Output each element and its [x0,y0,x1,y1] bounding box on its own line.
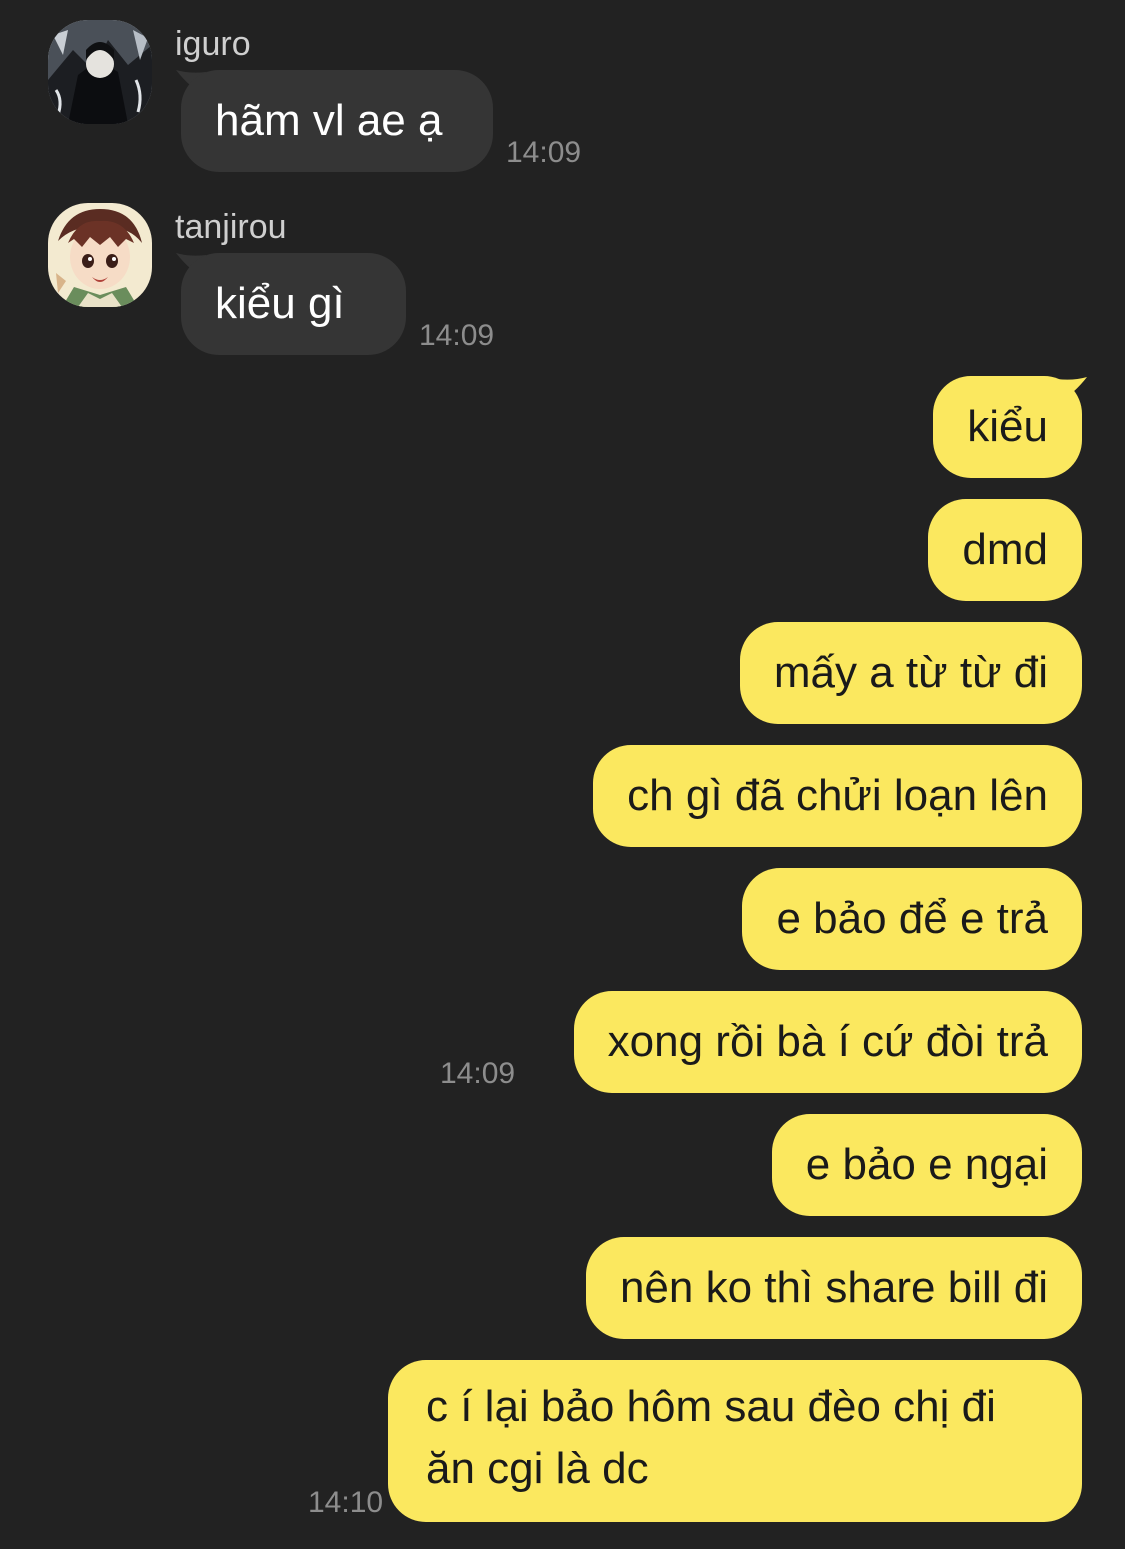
message-timestamp: 14:09 [419,319,495,352]
message-timestamp: 14:10 [308,1486,384,1519]
outgoing-message-bubble[interactable]: c í lại bảo hôm sau đèo chị đi ăn cgi là… [388,1360,1082,1522]
outgoing-message-bubble[interactable]: kiểu [933,376,1082,478]
incoming-message-bubble[interactable]: hãm vl ae ạ [181,70,493,172]
incoming-message-bubble[interactable]: kiểu gì [181,253,406,355]
outgoing-message-bubble[interactable]: e bảo e ngại [771,1114,1082,1216]
message-timestamp: 14:09 [440,1057,516,1090]
outgoing-message-bubble[interactable]: ch gì đã chửi loạn lên [593,745,1082,847]
sender-name: iguro [175,25,251,63]
outgoing-message-bubble[interactable]: xong rồi bà í cứ đòi trả [573,991,1082,1093]
outgoing-message-bubble[interactable]: nên ko thì share bill đi [585,1237,1082,1339]
chat-message-list[interactable]: iguro hãm vl ae ạ 14:09 tanjirou kiểu gì… [0,0,1125,1549]
outgoing-message-bubble[interactable]: mấy a từ từ đi [739,622,1082,724]
tanjirou-avatar-icon[interactable] [48,203,152,307]
iguro-avatar-icon[interactable] [48,20,152,124]
outgoing-message-bubble[interactable]: e bảo để e trả [742,868,1082,970]
outgoing-message-bubble[interactable]: dmd [928,499,1082,601]
sender-name: tanjirou [175,208,287,246]
message-timestamp: 14:09 [506,136,582,169]
